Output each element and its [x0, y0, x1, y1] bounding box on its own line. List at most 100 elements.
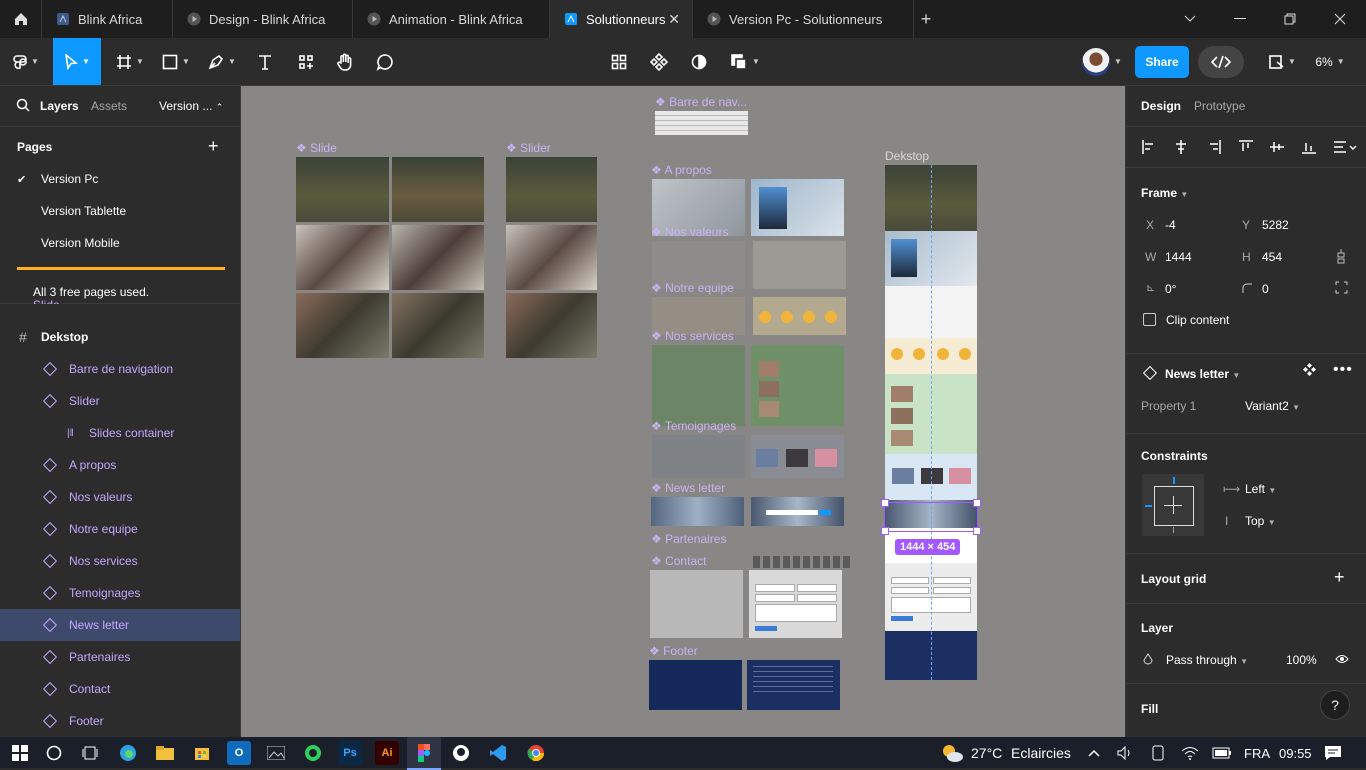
navbar-component[interactable]: [655, 111, 748, 135]
layer-slide-partial[interactable]: Slide: [33, 298, 60, 304]
tab-layers[interactable]: Layers: [40, 99, 79, 113]
grid-layout-button[interactable]: [604, 38, 634, 85]
resize-handle[interactable]: [973, 499, 981, 507]
component-label-slide[interactable]: ❖ Slide: [296, 141, 337, 155]
volume-icon[interactable]: [1113, 741, 1137, 765]
eye-icon[interactable]: [1335, 654, 1349, 664]
layer-nos-services[interactable]: Nos services: [0, 545, 240, 577]
layer-dekstop[interactable]: # Dekstop: [0, 321, 240, 353]
device-icon[interactable]: [1146, 741, 1170, 765]
hand-tool-button[interactable]: [330, 38, 360, 85]
comment-tool-button[interactable]: [370, 38, 400, 85]
opacity-input[interactable]: 100%: [1286, 653, 1317, 667]
present-button[interactable]: ▼: [1262, 38, 1302, 85]
new-tab-button[interactable]: +: [914, 0, 938, 38]
dekstop-frame[interactable]: [885, 165, 977, 680]
close-tab-icon[interactable]: ✕: [668, 11, 680, 28]
vertical-constraint-dropdown[interactable]: Top ▼: [1245, 514, 1276, 528]
chevron-down-icon[interactable]: [1167, 0, 1213, 38]
add-page-icon[interactable]: +: [208, 136, 219, 157]
tab-solutionneurs[interactable]: Solutionneurs ✕: [550, 0, 693, 38]
frame-heading[interactable]: Frame ▼: [1141, 186, 1188, 200]
constraints-widget[interactable]: [1142, 474, 1204, 536]
store-icon[interactable]: [190, 741, 214, 765]
weather-icon[interactable]: [938, 741, 966, 765]
more-options-icon[interactable]: •••: [1333, 361, 1353, 379]
align-top-icon[interactable]: [1239, 140, 1253, 154]
services-variant2[interactable]: [751, 345, 844, 426]
tab-assets[interactable]: Assets: [91, 99, 127, 113]
property-dropdown[interactable]: Variant2 ▼: [1245, 399, 1300, 413]
tab-prototype[interactable]: Prototype: [1194, 99, 1245, 113]
tab-version-pc-solutionneurs[interactable]: Version Pc - Solutionneurs: [693, 0, 914, 38]
component-label-apropos[interactable]: ❖ A propos: [651, 163, 712, 177]
layer-partenaires[interactable]: Partenaires: [0, 641, 240, 673]
component-label-temoignages[interactable]: ❖ Temoignages: [651, 419, 736, 433]
newsletter-variant2[interactable]: [751, 497, 844, 526]
page-version-tablette[interactable]: Version Tablette: [0, 195, 240, 227]
contact-variant1[interactable]: [650, 570, 743, 638]
github-icon[interactable]: [449, 741, 473, 765]
minimize-icon[interactable]: [1217, 0, 1263, 38]
footer-variant1[interactable]: [649, 660, 742, 710]
edge-icon[interactable]: [116, 741, 140, 765]
restore-icon[interactable]: [1267, 0, 1313, 38]
mask-button[interactable]: [684, 38, 714, 85]
apropos-variant2[interactable]: [751, 179, 844, 236]
horizontal-constraint-dropdown[interactable]: Left ▼: [1245, 482, 1276, 496]
photos-icon[interactable]: [264, 741, 288, 765]
component-label-equipe[interactable]: ❖ Notre equipe: [651, 281, 734, 295]
component-label-contact[interactable]: ❖ Contact: [651, 554, 706, 568]
layer-a-propos[interactable]: A propos: [0, 449, 240, 481]
weather-temp[interactable]: 27°C: [971, 745, 1002, 761]
align-center-v-icon[interactable]: [1270, 140, 1284, 154]
help-button[interactable]: ?: [1320, 690, 1350, 720]
w-input[interactable]: 1444: [1165, 250, 1192, 264]
layer-barre-de-navigation[interactable]: Barre de navigation: [0, 353, 240, 385]
page-version-pc[interactable]: ✔ Version Pc: [0, 163, 240, 195]
independent-corners-icon[interactable]: [1335, 281, 1348, 294]
distribute-icon[interactable]: [1334, 140, 1358, 154]
resources-button[interactable]: [290, 38, 322, 85]
frame-tool-button[interactable]: ▼: [110, 38, 150, 85]
services-variant1[interactable]: [652, 345, 745, 426]
component-label-newsletter[interactable]: ❖ News letter: [651, 481, 725, 495]
outlook-icon[interactable]: O: [227, 741, 251, 765]
windows-start-icon[interactable]: [8, 741, 32, 765]
home-button[interactable]: [0, 0, 42, 38]
component-label-valeurs[interactable]: ❖ Nos valeurs: [651, 225, 728, 239]
wifi-icon[interactable]: [1178, 741, 1202, 765]
shape-tool-button[interactable]: ▼: [156, 38, 196, 85]
component-label-footer[interactable]: ❖ Footer: [649, 644, 698, 658]
resize-handle[interactable]: [881, 527, 889, 535]
notification-icon[interactable]: [1321, 741, 1345, 765]
component-button[interactable]: [644, 38, 674, 85]
language-indicator[interactable]: FRA: [1244, 746, 1270, 761]
canvas[interactable]: ❖ Slide ❖ Slider ❖ Barre de nav... ❖ A p…: [241, 86, 1125, 737]
corner-radius-input[interactable]: 0: [1262, 282, 1269, 296]
valeurs-variant2[interactable]: [753, 241, 846, 289]
resize-handle[interactable]: [881, 499, 889, 507]
search-icon[interactable]: [16, 98, 30, 112]
page-version-mobile[interactable]: Version Mobile: [0, 227, 240, 259]
version-dropdown[interactable]: Version ... ⌃: [159, 99, 223, 113]
tab-design[interactable]: Design: [1141, 99, 1181, 113]
y-input[interactable]: 5282: [1262, 218, 1289, 232]
move-tool-button[interactable]: ▼: [53, 38, 101, 85]
equipe-variant2[interactable]: [753, 297, 846, 335]
chrome-icon[interactable]: [524, 741, 548, 765]
slider-component[interactable]: [506, 157, 597, 358]
frame-label-dekstop[interactable]: Dekstop: [885, 149, 929, 163]
newsletter-variant1[interactable]: [651, 497, 744, 526]
contact-variant2[interactable]: [749, 570, 842, 638]
resize-handle[interactable]: [973, 527, 981, 535]
component-label-slider[interactable]: ❖ Slider: [506, 141, 551, 155]
share-button[interactable]: Share: [1135, 46, 1189, 78]
layer-temoignages[interactable]: Temoignages: [0, 577, 240, 609]
temoignages-variant1[interactable]: [652, 435, 745, 478]
slide-component[interactable]: [296, 157, 484, 358]
layer-nos-valeurs[interactable]: Nos valeurs: [0, 481, 240, 513]
partners-logos[interactable]: [753, 556, 853, 568]
weather-text[interactable]: Eclaircies: [1011, 745, 1071, 761]
component-label-services[interactable]: ❖ Nos services: [651, 329, 734, 343]
